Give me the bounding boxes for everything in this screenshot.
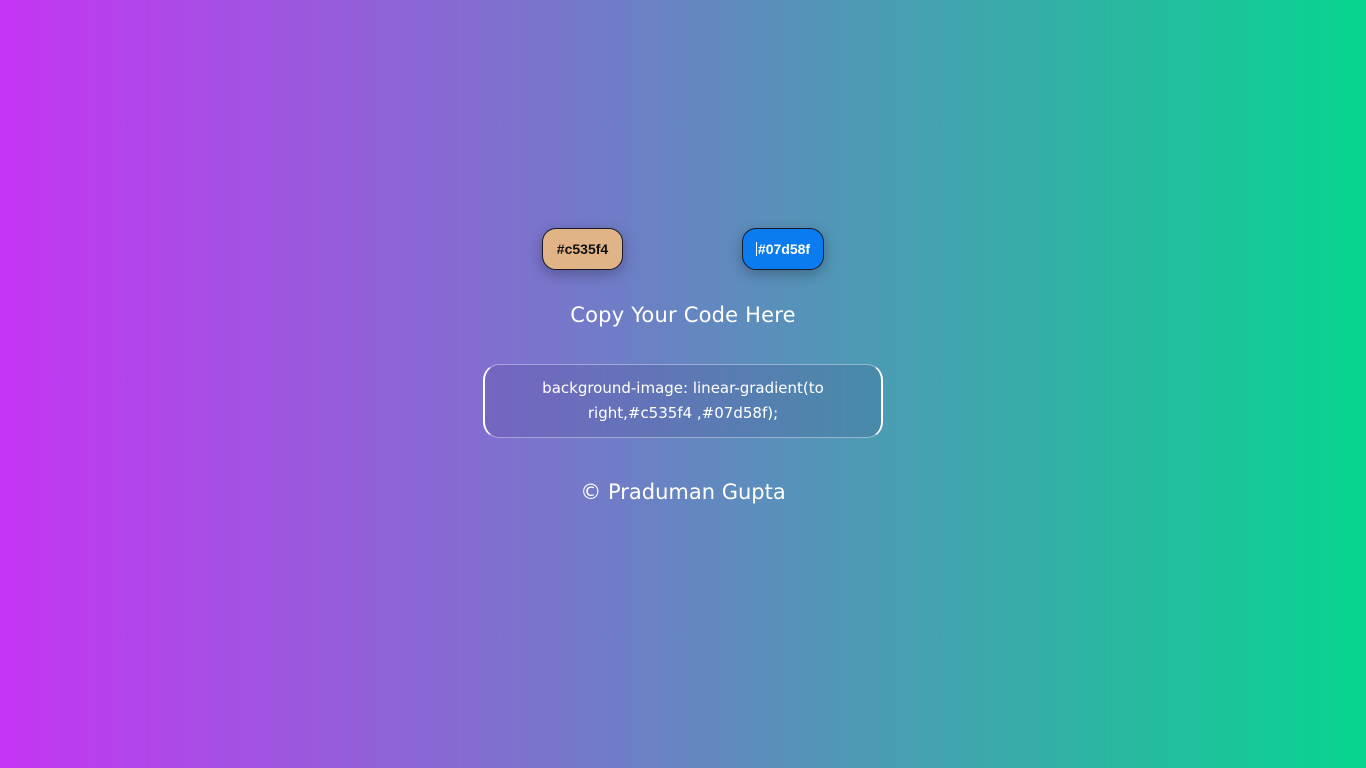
footer-credit: © Praduman Gupta bbox=[580, 480, 786, 504]
color-one-picker[interactable]: #c535f4 bbox=[542, 228, 623, 270]
copy-code-heading: Copy Your Code Here bbox=[570, 303, 796, 327]
color-two-label: #07d58f bbox=[757, 241, 811, 257]
color-two-picker[interactable]: #07d58f bbox=[742, 228, 824, 270]
text-caret-icon bbox=[755, 242, 757, 256]
color-one-label: #c535f4 bbox=[556, 241, 609, 257]
code-output-box[interactable]: background-image: linear-gradient(to rig… bbox=[483, 364, 883, 438]
code-output-text: background-image: linear-gradient(to rig… bbox=[542, 379, 824, 422]
